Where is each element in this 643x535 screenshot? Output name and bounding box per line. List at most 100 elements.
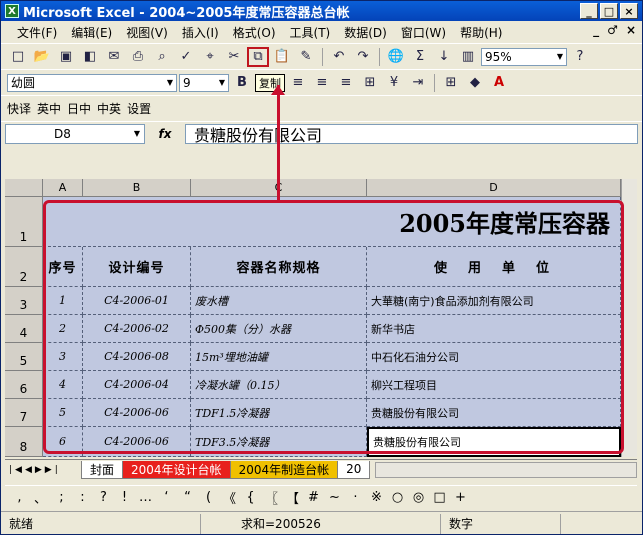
active-cell-d8[interactable]: 贵糖股份有限公司 bbox=[367, 427, 621, 457]
row-header[interactable]: 4 bbox=[5, 315, 43, 343]
horizontal-scrollbar[interactable] bbox=[375, 461, 637, 478]
symbol-button[interactable]: □ bbox=[429, 490, 450, 505]
tab-2004-manufacture[interactable]: 2004年制造台帐 bbox=[229, 460, 339, 479]
table-cell[interactable]: 2 bbox=[43, 315, 83, 343]
worksheet-grid[interactable]: A B C D 1 2 3 4 5 6 7 8 2005年度常压容器 序号 设计… bbox=[5, 179, 637, 457]
symbol-button[interactable]: 【 bbox=[282, 488, 303, 507]
table-cell[interactable]: 贵糖股份有限公司 bbox=[367, 399, 621, 427]
symbol-button[interactable]: 〖 bbox=[261, 488, 282, 507]
symbol-button[interactable]: ! bbox=[114, 490, 135, 505]
symbol-button[interactable]: · bbox=[345, 490, 366, 505]
column-header-a[interactable]: A bbox=[43, 179, 83, 197]
menu-format[interactable]: 格式(O) bbox=[233, 24, 276, 41]
tab-2004-design[interactable]: 2004年设计台帐 bbox=[122, 460, 231, 479]
table-cell[interactable]: C4-2006-06 bbox=[83, 427, 191, 457]
tab-navigation-icons[interactable]: |◀◀▶▶| bbox=[5, 465, 81, 475]
cut-icon[interactable]: ✂ bbox=[223, 47, 245, 67]
symbol-button[interactable]: ; bbox=[51, 490, 72, 505]
row-header[interactable]: 1 bbox=[5, 197, 43, 247]
symbol-button[interactable]: ※ bbox=[366, 490, 387, 505]
table-cell[interactable]: 柳兴工程项目 bbox=[367, 371, 621, 399]
symbol-button[interactable]: , bbox=[9, 490, 30, 505]
align-right-icon[interactable]: ≡ bbox=[335, 73, 357, 93]
name-box[interactable]: D8 ▼ bbox=[5, 123, 145, 144]
table-cell[interactable]: 冷凝水罐（0.15） bbox=[191, 371, 367, 399]
sheet-title-cell[interactable]: 2005年度常压容器 bbox=[43, 197, 621, 247]
align-center-icon[interactable]: ≡ bbox=[311, 73, 333, 93]
symbol-button[interactable]: ~ bbox=[324, 490, 345, 505]
symbol-button[interactable]: ◎ bbox=[408, 490, 429, 505]
research-icon[interactable]: ⌖ bbox=[199, 47, 221, 67]
menu-view[interactable]: 视图(V) bbox=[126, 24, 168, 41]
autosum-icon[interactable]: Σ bbox=[409, 47, 431, 67]
symbol-button[interactable]: 《 bbox=[219, 488, 240, 507]
permission-icon[interactable]: ◧ bbox=[79, 47, 101, 67]
row-header[interactable]: 7 bbox=[5, 399, 43, 427]
copy-icon[interactable]: ⧉ bbox=[247, 46, 269, 67]
format-painter-icon[interactable]: ✎ bbox=[295, 47, 317, 67]
vertical-scrollbar[interactable] bbox=[621, 179, 637, 457]
paste-icon[interactable]: 📋 bbox=[271, 47, 293, 67]
print-icon[interactable]: ⎙ bbox=[127, 47, 149, 67]
email-icon[interactable]: ✉ bbox=[103, 47, 125, 67]
chinese-english-button[interactable]: 中英 bbox=[97, 100, 121, 117]
header-cell-user-unit[interactable]: 使 用 单 位 bbox=[367, 247, 621, 287]
table-cell[interactable]: Φ500集（分）水器 bbox=[191, 315, 367, 343]
quick-translate-button[interactable]: 快译 bbox=[7, 100, 31, 117]
header-cell-vessel-name[interactable]: 容器名称规格 bbox=[191, 247, 367, 287]
chart-wizard-icon[interactable]: ▥ bbox=[457, 47, 479, 67]
menu-file[interactable]: 文件(F) bbox=[17, 24, 57, 41]
row-header[interactable]: 2 bbox=[5, 247, 43, 287]
doc-close-button[interactable]: × bbox=[626, 23, 636, 37]
header-cell-design-no[interactable]: 设计编号 bbox=[83, 247, 191, 287]
japanese-chinese-button[interactable]: 日中 bbox=[67, 100, 91, 117]
select-all-corner[interactable] bbox=[5, 179, 43, 197]
menu-insert[interactable]: 插入(I) bbox=[182, 24, 219, 41]
align-left-icon[interactable]: ≡ bbox=[287, 73, 309, 93]
currency-icon[interactable]: ¥ bbox=[383, 73, 405, 93]
merge-center-icon[interactable]: ⊞ bbox=[359, 73, 381, 93]
font-size-select[interactable]: 9 ▼ bbox=[179, 73, 229, 92]
excel-app-icon[interactable]: X bbox=[5, 4, 19, 18]
menu-tools[interactable]: 工具(T) bbox=[290, 24, 331, 41]
close-button[interactable]: × bbox=[620, 3, 638, 19]
table-cell[interactable]: 新华书店 bbox=[367, 315, 621, 343]
symbol-button[interactable]: + bbox=[450, 490, 471, 505]
spelling-icon[interactable]: ✓ bbox=[175, 47, 197, 67]
symbol-button[interactable]: ‘ bbox=[156, 490, 177, 505]
table-cell[interactable]: C4-2006-01 bbox=[83, 287, 191, 315]
table-cell[interactable]: TDF3.5冷凝器 bbox=[191, 427, 367, 457]
table-cell[interactable]: C4-2006-04 bbox=[83, 371, 191, 399]
sort-ascending-icon[interactable]: ↓ bbox=[433, 47, 455, 67]
settings-button[interactable]: 设置 bbox=[127, 100, 151, 117]
symbol-button[interactable]: ( bbox=[198, 490, 219, 505]
table-cell[interactable]: C4-2006-02 bbox=[83, 315, 191, 343]
menu-help[interactable]: 帮助(H) bbox=[460, 24, 502, 41]
table-cell[interactable]: 废水槽 bbox=[191, 287, 367, 315]
indent-icon[interactable]: ⇥ bbox=[407, 73, 429, 93]
row-header[interactable]: 6 bbox=[5, 371, 43, 399]
minimize-button[interactable]: _ bbox=[580, 3, 598, 19]
tab-cover[interactable]: 封面 bbox=[81, 460, 124, 479]
table-cell[interactable]: 15m³埋地油罐 bbox=[191, 343, 367, 371]
row-header[interactable]: 8 bbox=[5, 427, 43, 457]
menu-data[interactable]: 数据(D) bbox=[344, 24, 387, 41]
symbol-button[interactable]: ? bbox=[93, 490, 114, 505]
table-cell[interactable]: C4-2006-08 bbox=[83, 343, 191, 371]
table-cell[interactable]: 3 bbox=[43, 343, 83, 371]
font-color-icon[interactable]: A bbox=[488, 73, 510, 93]
symbol-button[interactable]: : bbox=[72, 490, 93, 505]
table-cell[interactable]: C4-2006-06 bbox=[83, 399, 191, 427]
column-header-b[interactable]: B bbox=[83, 179, 191, 197]
column-header-d[interactable]: D bbox=[367, 179, 621, 197]
font-select[interactable]: 幼圆 ▼ bbox=[7, 73, 177, 92]
table-cell[interactable]: 中石化石油分公司 bbox=[367, 343, 621, 371]
zoom-select[interactable]: 95% ▼ bbox=[481, 47, 567, 66]
doc-minimize-button[interactable]: _ bbox=[593, 23, 599, 37]
row-header[interactable]: 3 bbox=[5, 287, 43, 315]
menu-edit[interactable]: 编辑(E) bbox=[71, 24, 112, 41]
save-icon[interactable]: ▣ bbox=[55, 47, 77, 67]
bold-button[interactable]: B bbox=[231, 73, 253, 93]
table-cell[interactable]: TDF1.5冷凝器 bbox=[191, 399, 367, 427]
symbol-button[interactable]: 、 bbox=[30, 488, 51, 507]
